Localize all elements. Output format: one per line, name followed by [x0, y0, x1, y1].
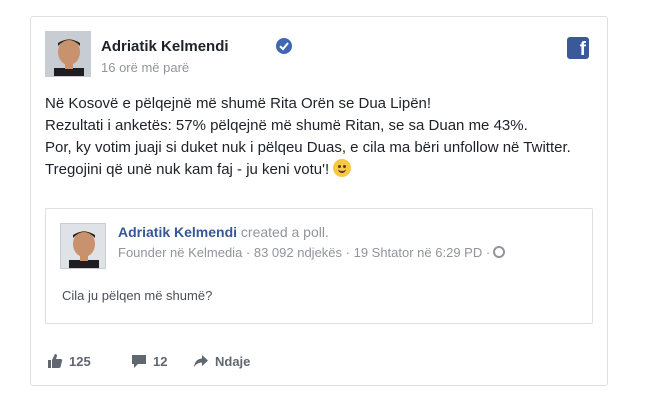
share-button[interactable]: Ndaje — [193, 353, 250, 369]
shared-action-text: created a poll. — [240, 224, 329, 240]
comment-count: 12 — [153, 353, 168, 369]
comment-bubble-icon — [131, 353, 147, 369]
post-timestamp[interactable]: 16 orë më parë — [101, 60, 189, 75]
comment-count-button[interactable]: 12 — [131, 353, 167, 369]
shared-meta: Founder në Kelmedia · 83 092 ndjekës · 1… — [118, 245, 506, 260]
like-count-button[interactable]: 125 — [47, 353, 91, 369]
smile-emoji-icon — [333, 159, 352, 177]
post-line-4-text: Tregojini që unë nuk kam faj - ju keni v… — [45, 161, 330, 178]
shared-header: Adriatik Kelmendi created a poll. — [118, 224, 329, 240]
globe-icon — [493, 246, 506, 258]
shared-meta-text: Founder në Kelmedia · 83 092 ndjekës · 1… — [118, 245, 491, 260]
share-label: Ndaje — [215, 353, 251, 369]
post-card: Adriatik Kelmendi 16 orë më parë f Në Ko… — [30, 16, 608, 386]
facebook-logo-icon[interactable]: f — [567, 37, 589, 59]
shared-poll-card[interactable]: Adriatik Kelmendi created a poll. Founde… — [45, 208, 593, 324]
shared-author-name[interactable]: Adriatik Kelmendi — [118, 224, 237, 240]
author-name[interactable]: Adriatik Kelmendi — [101, 38, 229, 55]
shared-author-avatar[interactable] — [60, 223, 106, 269]
post-line-3: Por, ky votim juaji si duket nuk i pëlqe… — [45, 139, 571, 156]
post-line-1: Në Kosovë e pëlqejnë më shumë Rita Orën … — [45, 95, 432, 112]
author-avatar[interactable] — [45, 31, 91, 77]
share-arrow-icon — [193, 353, 209, 369]
like-count: 125 — [69, 353, 91, 369]
post-line-2: Rezultati i anketës: 57% pëlqejnë më shu… — [45, 117, 528, 134]
thumbs-up-icon — [47, 353, 63, 369]
verified-badge-icon — [276, 38, 292, 54]
post-text: Në Kosovë e pëlqejnë më shumë Rita Orën … — [45, 93, 595, 181]
poll-question: Cila ju pëlqen më shumë? — [62, 288, 213, 303]
post-line-4: Tregojini që unë nuk kam faj - ju keni v… — [45, 159, 595, 181]
